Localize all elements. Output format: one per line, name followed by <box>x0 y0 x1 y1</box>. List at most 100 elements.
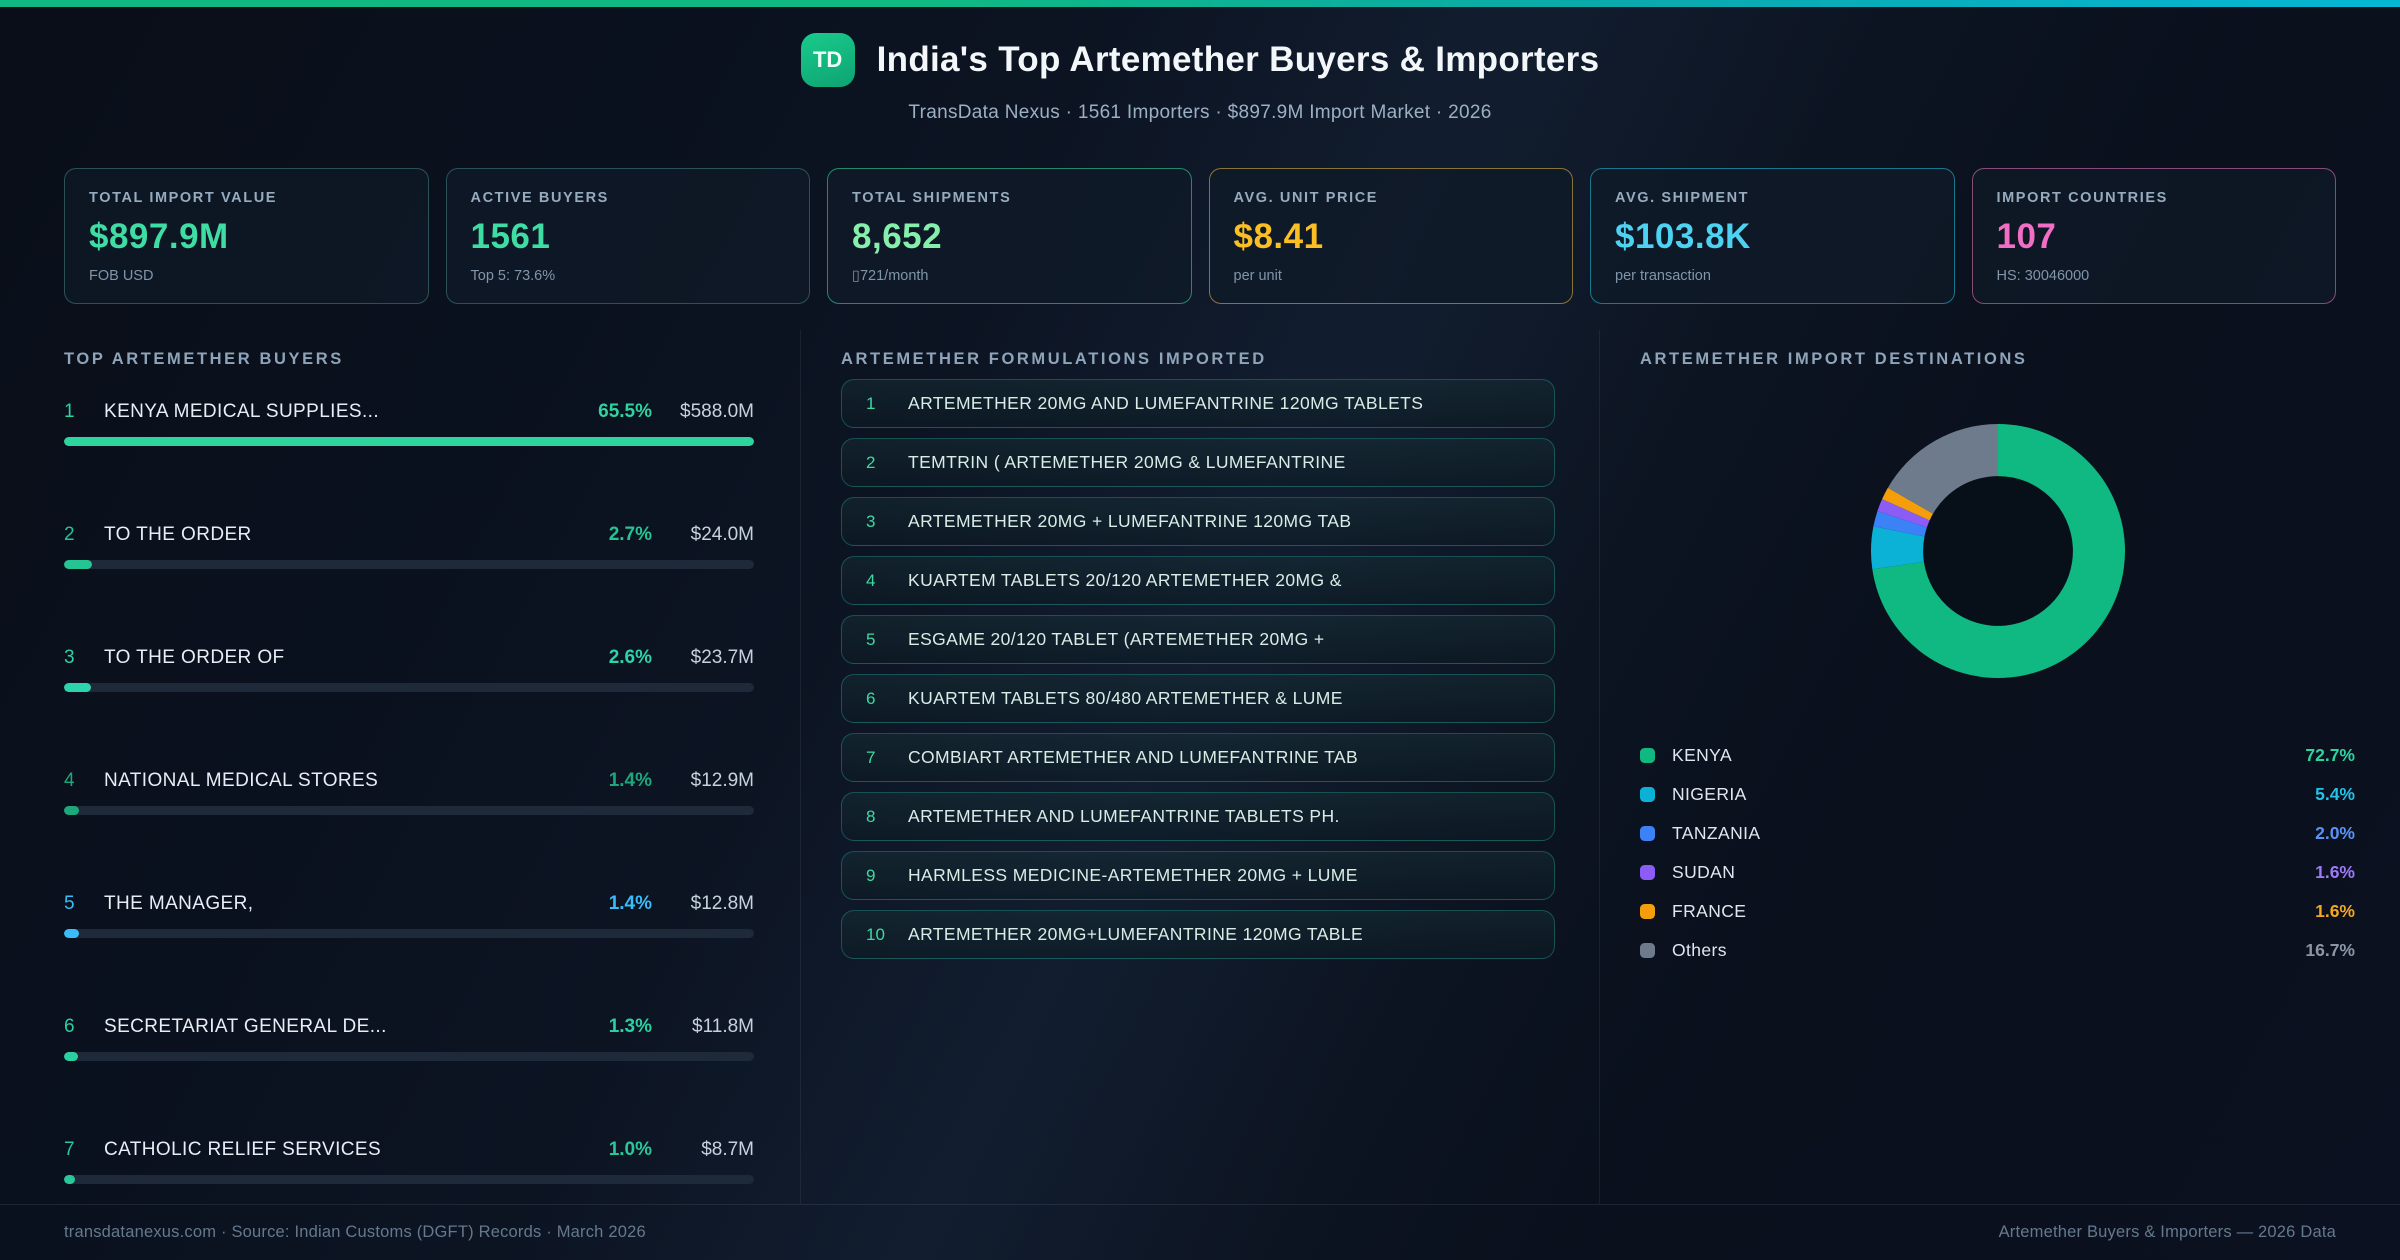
legend-row: KENYA 72.7% <box>1640 736 2355 775</box>
formulation-name: ARTEMETHER 20MG + LUMEFANTRINE 120MG TAB <box>908 511 1352 531</box>
legend-row: NIGERIA 5.4% <box>1640 775 2355 814</box>
footer-report-title: Artemether Buyers & Importers — 2026 Dat… <box>1998 1223 2336 1241</box>
formulation-name: ARTEMETHER AND LUMEFANTRINE TABLETS PH. <box>908 806 1340 826</box>
buyer-row: 7 CATHOLIC RELIEF SERVICES 1.0% $8.7M <box>64 1139 754 1184</box>
buyer-value: $588.0M <box>680 401 754 422</box>
buyers-section-title: TOP ARTEMETHER BUYERS <box>64 350 344 368</box>
legend-label: FRANCE <box>1672 901 1747 921</box>
buyer-row: 2 TO THE ORDER 2.7% $24.0M <box>64 524 754 569</box>
formulation-rank: 7 <box>866 747 876 767</box>
buyer-bar-track <box>64 806 754 815</box>
buyer-row: 1 KENYA MEDICAL SUPPLIES... 65.5% $588.0… <box>64 401 754 446</box>
buyer-bar-fill <box>64 806 79 815</box>
formulation-pill: 3 ARTEMETHER 20MG + LUMEFANTRINE 120MG T… <box>841 497 1555 546</box>
buyer-name: TO THE ORDER OF <box>104 647 285 668</box>
buyer-rank: 1 <box>64 401 75 422</box>
legend-value: 16.7% <box>2305 940 2355 960</box>
legend-value: 1.6% <box>2315 901 2355 921</box>
header: TD India's Top Artemether Buyers & Impor… <box>0 7 2400 124</box>
destinations-panel: ARTEMETHER IMPORT DESTINATIONS KENYA 72.… <box>1600 330 2400 1204</box>
formulation-pill: 8 ARTEMETHER AND LUMEFANTRINE TABLETS PH… <box>841 792 1555 841</box>
page-subtitle: TransData Nexus · 1561 Importers · $897.… <box>908 102 1492 123</box>
formulation-name: COMBIART ARTEMETHER AND LUMEFANTRINE TAB <box>908 747 1359 767</box>
stat-card-total-shipments: TOTAL SHIPMENTS 8,652 ▯721/month <box>827 168 1192 304</box>
buyer-row: 6 SECRETARIAT GENERAL DE... 1.3% $11.8M <box>64 1016 754 1061</box>
buyer-bar-track <box>64 1175 754 1184</box>
stat-value: $103.8K <box>1615 217 1751 256</box>
stat-cards: TOTAL IMPORT VALUE $897.9M FOB USD ACTIV… <box>64 168 2336 304</box>
footer: transdatanexus.com · Source: Indian Cust… <box>0 1204 2400 1260</box>
formulation-rank: 10 <box>866 924 885 944</box>
stat-card-avg-unit-price: AVG. UNIT PRICE $8.41 per unit <box>1208 168 1573 304</box>
buyer-row: 3 TO THE ORDER OF 2.6% $23.7M <box>64 647 754 692</box>
legend-swatch <box>1640 865 1655 880</box>
buyer-bar-track <box>64 1052 754 1061</box>
buyer-rank: 2 <box>64 524 75 545</box>
buyer-share-pct: 1.0% <box>608 1139 652 1160</box>
legend-row: SUDAN 1.6% <box>1640 853 2355 892</box>
formulation-name: HARMLESS MEDICINE-ARTEMETHER 20MG + LUME <box>908 865 1358 885</box>
stat-sub: HS: 30046000 <box>1996 268 2090 284</box>
buyer-rank: 3 <box>64 647 75 668</box>
stat-value: 1561 <box>470 217 551 256</box>
stat-sub: FOB USD <box>89 268 154 284</box>
buyer-share-pct: 1.4% <box>608 893 652 914</box>
buyer-name: TO THE ORDER <box>104 524 252 545</box>
stat-label: ACTIVE BUYERS <box>470 190 609 206</box>
buyer-bar-fill <box>64 929 79 938</box>
legend-label: NIGERIA <box>1672 784 1747 804</box>
buyer-bar-fill <box>64 437 754 446</box>
stat-card-avg-shipment: AVG. SHIPMENT $103.8K per transaction <box>1590 168 1955 304</box>
stat-card-import-countries: IMPORT COUNTRIES 107 HS: 30046000 <box>1971 168 2336 304</box>
stat-card-active-buyers: ACTIVE BUYERS 1561 Top 5: 73.6% <box>445 168 810 304</box>
stat-label: TOTAL IMPORT VALUE <box>89 190 278 206</box>
buyer-value: $24.0M <box>690 524 754 545</box>
stat-label: AVG. UNIT PRICE <box>1233 190 1379 206</box>
formulation-pill: 10 ARTEMETHER 20MG+LUMEFANTRINE 120MG TA… <box>841 910 1555 959</box>
buyer-bar-fill <box>64 1052 78 1061</box>
formulation-rank: 1 <box>866 393 876 413</box>
legend-row: FRANCE 1.6% <box>1640 892 2355 931</box>
page-title: India's Top Artemether Buyers & Importer… <box>876 40 1600 79</box>
legend-row: Others 16.7% <box>1640 931 2355 970</box>
formulation-rank: 3 <box>866 511 876 531</box>
buyer-name: KENYA MEDICAL SUPPLIES... <box>104 401 380 422</box>
formulation-rank: 2 <box>866 452 876 472</box>
formulations-section-title: ARTEMETHER FORMULATIONS IMPORTED <box>841 350 1267 368</box>
formulation-name: KUARTEM TABLETS 20/120 ARTEMETHER 20MG & <box>908 570 1342 590</box>
formulation-pill: 4 KUARTEM TABLETS 20/120 ARTEMETHER 20MG… <box>841 556 1555 605</box>
stat-label: TOTAL SHIPMENTS <box>852 190 1012 206</box>
legend-label: KENYA <box>1672 745 1733 765</box>
formulation-name: TEMTRIN ( ARTEMETHER 20MG & LUMEFANTRINE <box>908 452 1346 472</box>
formulation-name: ARTEMETHER 20MG+LUMEFANTRINE 120MG TABLE <box>908 924 1364 944</box>
destinations-donut-chart <box>1870 424 2125 678</box>
legend-swatch <box>1640 826 1655 841</box>
formulation-name: KUARTEM TABLETS 80/480 ARTEMETHER & LUME <box>908 688 1343 708</box>
legend-value: 1.6% <box>2315 862 2355 882</box>
stat-value: 107 <box>1996 217 2057 256</box>
buyer-name: NATIONAL MEDICAL STORES <box>104 770 379 791</box>
formulation-pill: 6 KUARTEM TABLETS 80/480 ARTEMETHER & LU… <box>841 674 1555 723</box>
buyer-rank: 7 <box>64 1139 75 1160</box>
buyer-bar-fill <box>64 560 93 569</box>
buyer-row: 4 NATIONAL MEDICAL STORES 1.4% $12.9M <box>64 770 754 815</box>
buyer-bar-track <box>64 929 754 938</box>
formulation-pill: 5 ESGAME 20/120 TABLET (ARTEMETHER 20MG … <box>841 615 1555 664</box>
destinations-section-title: ARTEMETHER IMPORT DESTINATIONS <box>1640 350 2028 368</box>
buyer-share-pct: 65.5% <box>598 401 652 422</box>
legend-value: 5.4% <box>2315 784 2355 804</box>
buyer-bar-fill <box>64 683 92 692</box>
formulation-name: ESGAME 20/120 TABLET (ARTEMETHER 20MG + <box>908 629 1325 649</box>
legend-swatch <box>1640 943 1655 958</box>
buyer-value: $12.8M <box>690 893 754 914</box>
footer-source-text: transdatanexus.com · Source: Indian Cust… <box>64 1223 646 1241</box>
stat-sub: Top 5: 73.6% <box>470 268 556 284</box>
buyer-name: THE MANAGER, <box>104 893 254 914</box>
legend-swatch <box>1640 787 1655 802</box>
legend-label: Others <box>1672 940 1727 960</box>
formulation-rank: 5 <box>866 629 876 649</box>
destinations-legend: KENYA 72.7% NIGERIA 5.4% TANZANIA 2.0% S… <box>1640 736 2355 970</box>
stat-value: $8.41 <box>1233 217 1324 256</box>
buyer-bar-track <box>64 560 754 569</box>
buyer-bar-fill <box>64 1175 75 1184</box>
